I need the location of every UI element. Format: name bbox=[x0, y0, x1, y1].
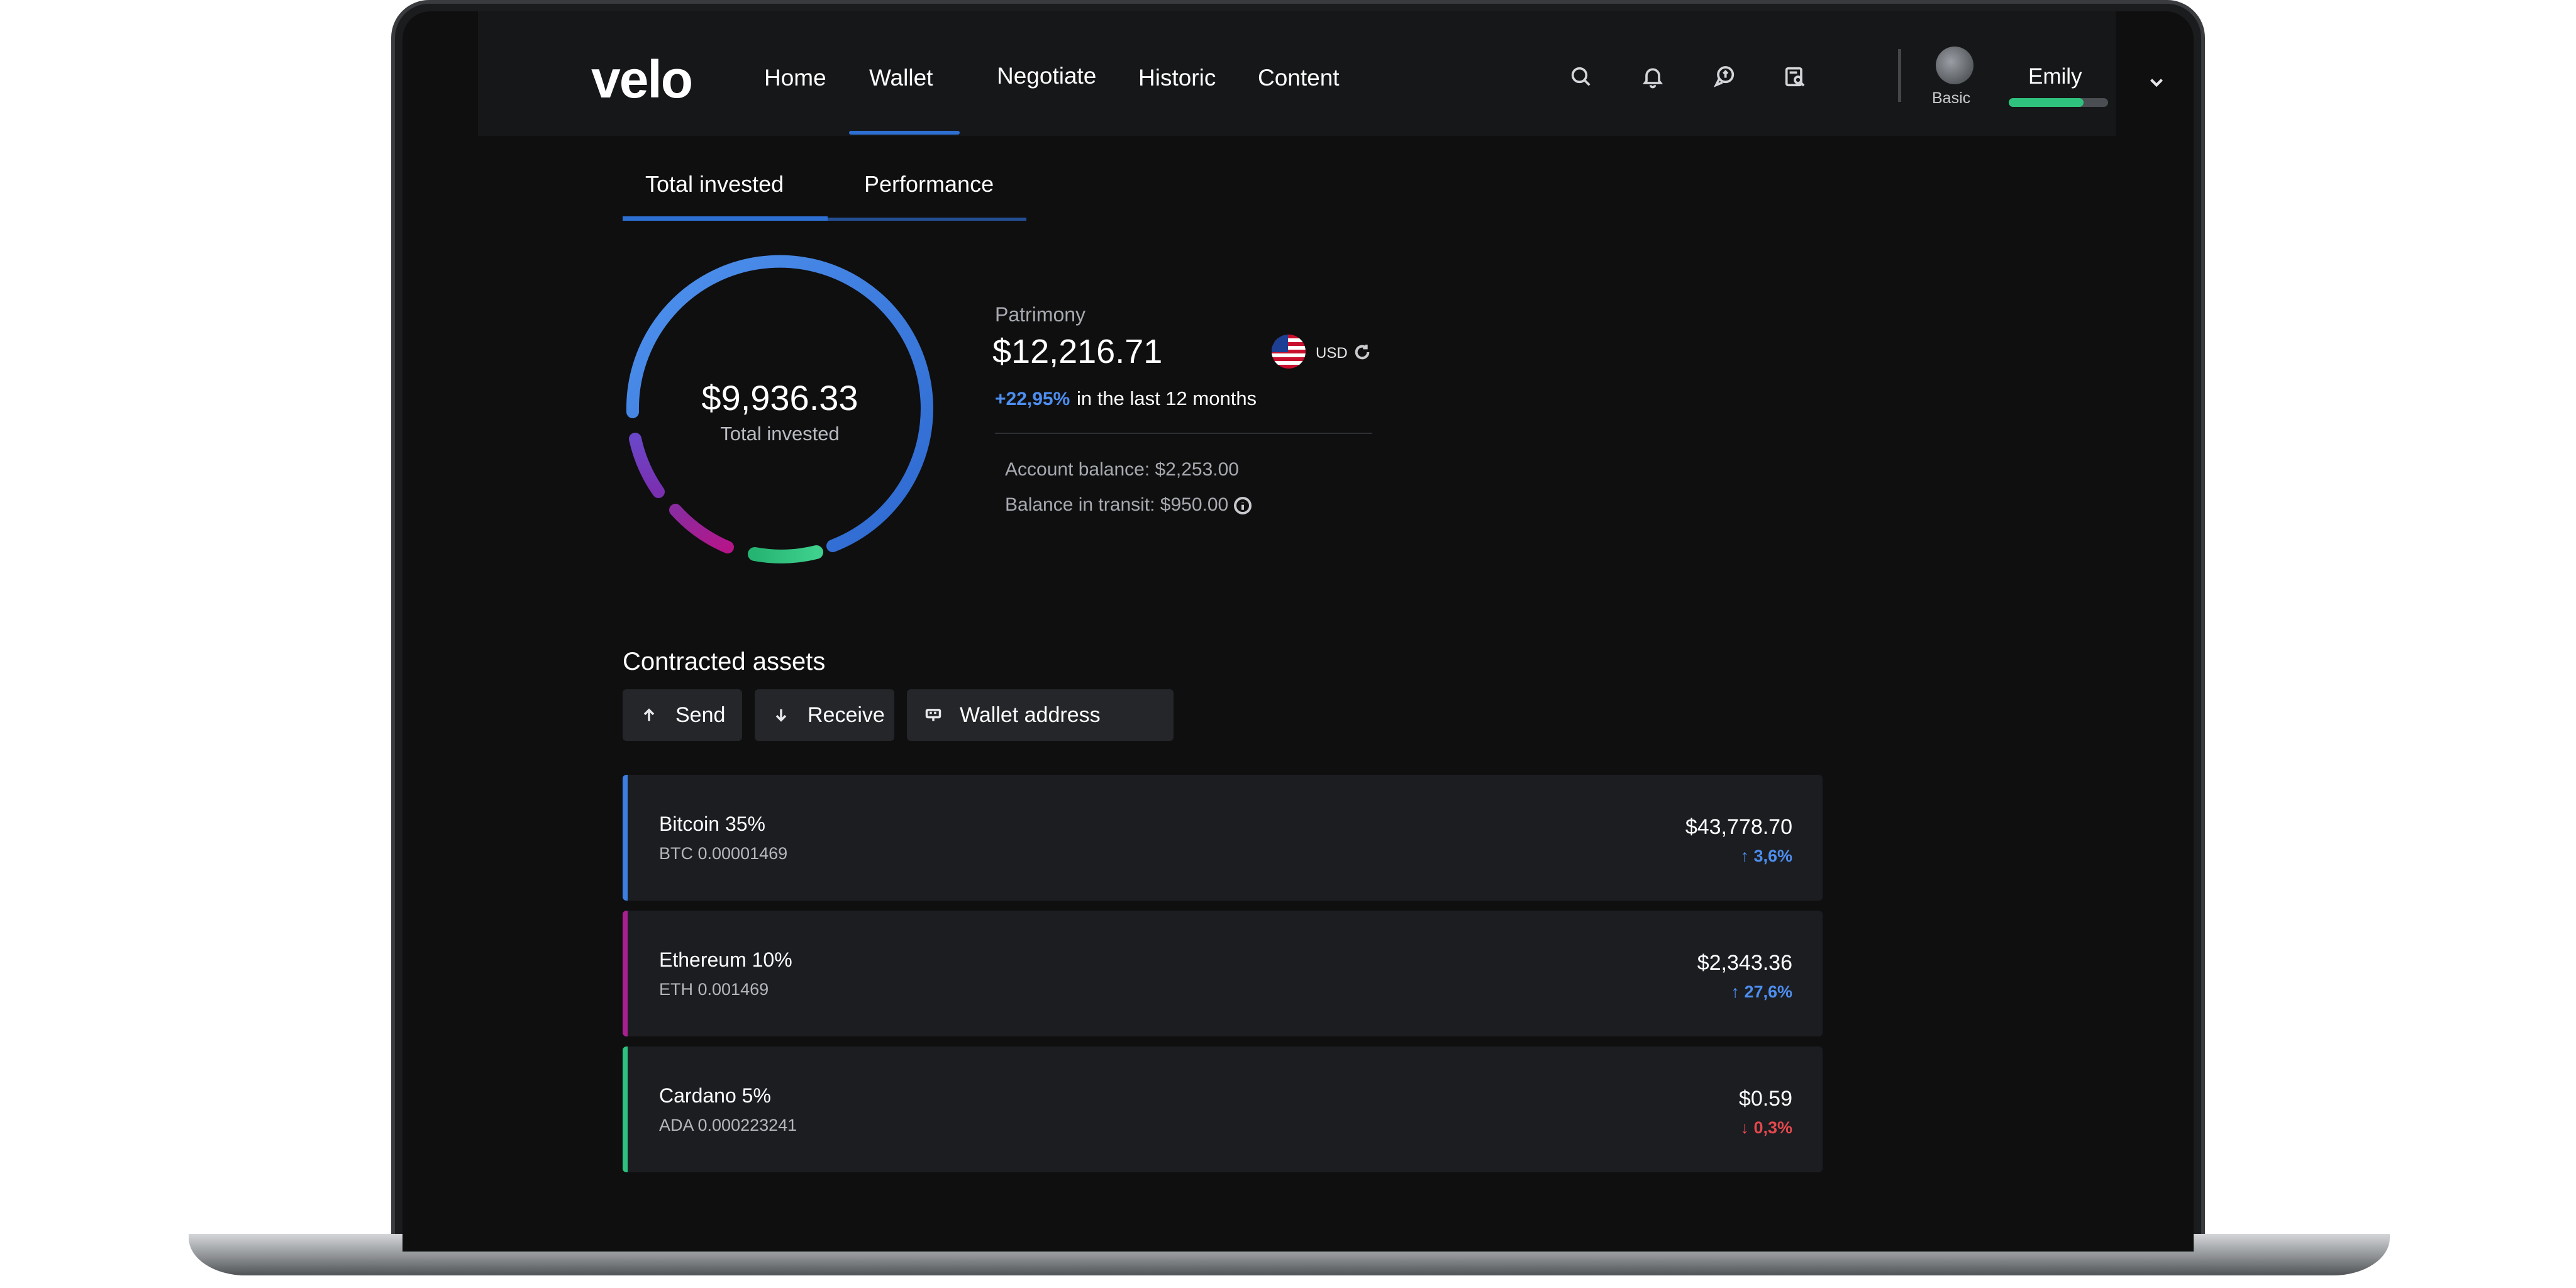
asset-color-bar bbox=[623, 1046, 628, 1172]
top-navbar: velo Home Wallet Negotiate Historic Cont… bbox=[478, 11, 2163, 136]
asset-row-ethereum[interactable]: Ethereum 10% ETH 0.001469 $2,343.36 ↑ 27… bbox=[623, 911, 1823, 1036]
velo-logo[interactable]: velo bbox=[591, 49, 693, 110]
total-invested-value: $9,936.33 bbox=[701, 378, 858, 418]
us-flag-icon[interactable] bbox=[1272, 335, 1306, 369]
asset-change: ↑ 27,6% bbox=[1731, 982, 1792, 1001]
send-button[interactable]: Send bbox=[623, 689, 742, 741]
tab-performance[interactable]: Performance bbox=[864, 171, 994, 197]
nav-home[interactable]: Home bbox=[764, 65, 826, 91]
nav-historic[interactable]: Historic bbox=[1138, 65, 1216, 91]
chevron-down-icon[interactable] bbox=[2146, 72, 2167, 93]
chat-icon[interactable] bbox=[1707, 59, 1742, 94]
asset-row-bitcoin[interactable]: Bitcoin 35% BTC 0.00001469 $43,778.70 ↑ … bbox=[623, 775, 1823, 901]
receive-label: Receive bbox=[808, 702, 885, 727]
asset-color-bar bbox=[623, 775, 628, 901]
nav-content[interactable]: Content bbox=[1258, 65, 1340, 91]
asset-color-bar bbox=[623, 911, 628, 1036]
asset-name: Ethereum 10% bbox=[659, 948, 792, 971]
user-avatar[interactable] bbox=[1936, 47, 1974, 84]
currency-code[interactable]: USD bbox=[1316, 345, 1348, 362]
donut-segment-ethereum[interactable] bbox=[669, 504, 734, 553]
asset-amount: BTC 0.00001469 bbox=[659, 844, 788, 863]
nav-negotiate[interactable]: Negotiate bbox=[997, 63, 1096, 89]
bell-icon[interactable] bbox=[1635, 59, 1670, 94]
asset-price: $43,778.70 bbox=[1685, 815, 1792, 839]
asset-price: $0.59 bbox=[1738, 1087, 1792, 1111]
asset-price: $2,343.36 bbox=[1697, 951, 1792, 975]
app-screen: velo Home Wallet Negotiate Historic Cont… bbox=[402, 11, 2194, 1252]
patrimony-change: +22,95% bbox=[995, 389, 1070, 409]
patrimony-label: Patrimony bbox=[995, 303, 1086, 326]
donut-segment-cardano[interactable] bbox=[748, 545, 823, 564]
arrow-up-icon bbox=[640, 706, 658, 724]
nav-active-indicator bbox=[849, 131, 960, 135]
patrimony-divider bbox=[995, 433, 1372, 434]
donut-segment-other[interactable] bbox=[629, 433, 665, 498]
wallet-icon bbox=[924, 706, 942, 724]
info-icon[interactable] bbox=[1233, 496, 1253, 516]
user-level-bar bbox=[2009, 98, 2108, 107]
user-name[interactable]: Emily bbox=[2028, 64, 2082, 89]
total-invested-label: Total invested bbox=[720, 423, 840, 445]
user-level-fill bbox=[2009, 98, 2084, 107]
search-icon[interactable] bbox=[1563, 59, 1599, 94]
send-label: Send bbox=[675, 702, 726, 727]
patrimony-value: $12,216.71 bbox=[992, 333, 1163, 370]
account-balance: Account balance: $2,253.00 bbox=[1005, 459, 1239, 480]
contracted-assets-title: Contracted assets bbox=[623, 648, 826, 675]
asset-amount: ETH 0.001469 bbox=[659, 980, 769, 999]
receive-button[interactable]: Receive bbox=[755, 689, 894, 741]
tab-total-invested[interactable]: Total invested bbox=[645, 171, 784, 197]
asset-amount: ADA 0.000223241 bbox=[659, 1116, 797, 1135]
tab-active-indicator bbox=[623, 216, 828, 221]
asset-name: Bitcoin 35% bbox=[659, 813, 765, 835]
patrimony-change-desc: in the last 12 months bbox=[1077, 387, 1257, 409]
user-plan: Basic bbox=[1932, 89, 1971, 107]
news-icon[interactable] bbox=[1777, 59, 1813, 94]
nav-divider bbox=[1898, 49, 1901, 102]
asset-change: ↓ 0,3% bbox=[1740, 1118, 1792, 1137]
arrow-down-icon bbox=[772, 706, 790, 724]
asset-row-cardano[interactable]: Cardano 5% ADA 0.000223241 $0.59 ↓ 0,3% bbox=[623, 1046, 1823, 1172]
transit-balance: Balance in transit: $950.00 bbox=[1005, 494, 1229, 515]
wallet-address-button[interactable]: Wallet address bbox=[907, 689, 1174, 741]
asset-name: Cardano 5% bbox=[659, 1084, 771, 1107]
asset-change: ↑ 3,6% bbox=[1740, 847, 1792, 865]
refresh-icon[interactable] bbox=[1352, 342, 1372, 362]
nav-wallet[interactable]: Wallet bbox=[869, 65, 933, 91]
wallet-address-label: Wallet address bbox=[960, 702, 1101, 727]
